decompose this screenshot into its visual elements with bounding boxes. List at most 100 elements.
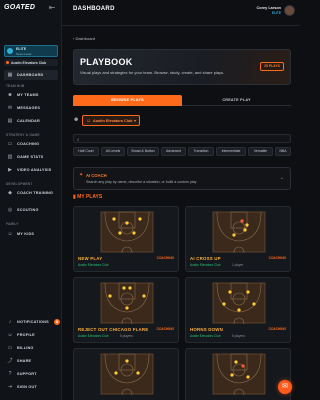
- binoculars-icon: ◎: [7, 206, 13, 213]
- sidebar-item-coaching[interactable]: ▭ COACHING: [4, 139, 58, 149]
- play-card[interactable]: HORNS DOWN COACHING Austin Elevators Clu…: [185, 277, 291, 343]
- child-icon: ☺: [7, 230, 13, 237]
- page-title: DASHBOARD: [73, 6, 115, 12]
- search-icon: ⌕: [77, 136, 80, 142]
- sidebar-item-label: MY TEAMS: [17, 93, 39, 97]
- sidebar-item-game-stats[interactable]: ▥ GAME STATS: [4, 152, 58, 162]
- user-role: ELITE: [271, 11, 281, 15]
- main-content: ‹ Dashboard PLAYBOOK Visual plays and st…: [62, 26, 300, 400]
- support-icon: ?: [8, 370, 12, 377]
- sidebar-item-calendar[interactable]: ▤ CALENDAR: [4, 116, 58, 126]
- sidebar-item-billing[interactable]: ▭ BILLING: [4, 343, 58, 353]
- sidebar: GOATED ⇤ ELITE Team Level Austin Elevato…: [0, 0, 62, 400]
- sidebar-item-my-teams[interactable]: ☻ MY TEAMS: [4, 90, 58, 100]
- hero-title: PLAYBOOK: [80, 57, 133, 67]
- sidebar-item-label: MESSAGES: [17, 106, 41, 110]
- sign-out-icon: ⇥: [7, 383, 13, 390]
- sidebar-item-support[interactable]: ? SUPPORT: [4, 369, 58, 379]
- notification-count-badge: 8: [54, 319, 60, 325]
- breadcrumb-back-link[interactable]: ‹ Dashboard: [73, 36, 95, 41]
- sidebar-item-notifications[interactable]: ♪ NOTIFICATIONS 8: [4, 317, 60, 327]
- play-tag: COACHING: [156, 256, 174, 260]
- sidebar-item-my-kids[interactable]: ☺ MY KIDS: [4, 229, 58, 239]
- sidebar-item-label: SUPPORT: [17, 372, 37, 376]
- chat-icon: ✉: [7, 104, 13, 111]
- sparkle-icon: ✦: [79, 172, 84, 178]
- sidebar-item-label: SIGN OUT: [17, 385, 37, 389]
- video-icon: ▶: [8, 166, 12, 173]
- sidebar-item-share[interactable]: ⤴ SHARE: [4, 356, 58, 366]
- sidebar-section-family: FAMILY: [6, 222, 19, 226]
- hero-description: Visual plays and strategies for your tea…: [80, 70, 225, 75]
- app-logo[interactable]: GOATED: [4, 4, 35, 11]
- plan-badge[interactable]: ELITE Team Level: [4, 45, 58, 57]
- sidebar-collapse-icon[interactable]: ⇤: [47, 3, 57, 12]
- chevron-down-icon[interactable]: ⌄: [280, 176, 284, 181]
- chat-bubble-icon[interactable]: ✉: [278, 380, 292, 394]
- chart-icon: ▥: [7, 153, 13, 160]
- play-card[interactable]: [185, 348, 291, 400]
- club-select-value: Austin Elevators Club: [93, 119, 133, 123]
- people-icon: ☻: [7, 91, 13, 98]
- sidebar-item-label: MY KIDS: [17, 232, 35, 236]
- tab-browse-plays[interactable]: BROWSE PLAYS: [73, 95, 182, 106]
- ai-coach-title: AI COACH: [86, 173, 107, 178]
- user-menu[interactable]: Corey Larson ELITE: [235, 5, 295, 19]
- sidebar-item-dashboard[interactable]: ▦ DASHBOARD: [4, 70, 58, 80]
- plan-icon: [7, 48, 13, 54]
- people-icon: ☻: [73, 117, 80, 123]
- play-card[interactable]: REJECT OUT CHICAGO FLARE COACHING Austin…: [73, 277, 179, 343]
- playbook-tabs: BROWSE PLAYS CREATE PLAY: [73, 95, 291, 106]
- clipboard-icon: ▭: [7, 140, 13, 147]
- sidebar-section-strategy: STRATEGY & GAME: [6, 133, 40, 137]
- share-icon: ⤴: [7, 357, 13, 364]
- avatar[interactable]: [284, 5, 295, 16]
- court-diagram: [212, 353, 266, 395]
- bell-icon: ♪: [8, 318, 12, 325]
- plays-count-button[interactable]: 25 PLAYS: [260, 62, 284, 71]
- court-diagram: [212, 282, 266, 324]
- category-chip[interactable]: Half Court: [73, 147, 99, 156]
- plan-title: ELITE: [16, 47, 27, 51]
- category-chip[interactable]: All Levels: [101, 147, 125, 156]
- category-filters: Half Court All Levels Broad & Button Adv…: [73, 147, 291, 156]
- sidebar-section-development: DEVELOPMENT: [6, 182, 33, 186]
- user-name: Corey Larson: [256, 6, 281, 10]
- play-meta: 1 player: [232, 263, 244, 267]
- sidebar-item-profile[interactable]: ☺ PROFILE: [4, 330, 58, 340]
- playbook-hero: PLAYBOOK Visual plays and strategies for…: [73, 49, 291, 85]
- category-chip[interactable]: Broad & Button: [127, 147, 159, 156]
- sidebar-item-video-analysis[interactable]: ▶ VIDEO ANALYSIS: [4, 165, 58, 175]
- sidebar-item-label: NOTIFICATIONS: [17, 320, 49, 324]
- my-plays-heading: ▮ MY PLAYS: [73, 194, 103, 200]
- play-club: Austin Elevators Club: [78, 334, 109, 338]
- top-bar: DASHBOARD Corey Larson ELITE: [62, 0, 300, 26]
- ai-coach-panel[interactable]: ✦ AI COACH Search any play by name, desc…: [73, 167, 291, 190]
- category-chip[interactable]: Advanced: [161, 147, 186, 156]
- category-chip[interactable]: Intermediate: [216, 147, 246, 156]
- graduation-icon: ◆: [8, 189, 12, 196]
- play-card[interactable]: NEW PLAY COACHING Austin Elevators Club: [73, 206, 179, 272]
- play-card[interactable]: [73, 348, 179, 400]
- court-diagram: [100, 353, 154, 395]
- club-switcher[interactable]: Austin Elevators Club: [4, 59, 58, 66]
- search-input[interactable]: ⌕: [73, 134, 291, 143]
- club-name: Austin Elevators Club: [11, 60, 47, 65]
- club-select[interactable]: ☺ Austin Elevators Club ▾: [82, 115, 140, 126]
- card-icon: ▭: [7, 344, 13, 351]
- sidebar-item-coach-training[interactable]: ◆ COACH TRAINING: [4, 188, 58, 198]
- ai-coach-subtitle: Search any play by name, describe a situ…: [86, 180, 197, 184]
- club-filter: ☻ ☺ Austin Elevators Club ▾: [73, 115, 141, 126]
- tab-create-play[interactable]: CREATE PLAY: [182, 95, 291, 106]
- play-meta: 5 players: [120, 334, 133, 338]
- sidebar-item-scouting[interactable]: ◎ SCOUTING: [4, 205, 58, 215]
- my-plays-label: MY PLAYS: [77, 194, 103, 200]
- category-chip[interactable]: NBA: [275, 147, 291, 156]
- play-card[interactable]: AI CROSS UP COACHING Austin Elevators Cl…: [185, 206, 291, 272]
- category-chip[interactable]: Transition: [188, 147, 214, 156]
- court-diagram: [100, 211, 154, 253]
- sidebar-item-sign-out[interactable]: ⇥ SIGN OUT: [4, 382, 58, 392]
- category-chip[interactable]: Versatile: [248, 147, 273, 156]
- grid-icon: ▦: [7, 71, 13, 78]
- sidebar-item-messages[interactable]: ✉ MESSAGES: [4, 103, 58, 113]
